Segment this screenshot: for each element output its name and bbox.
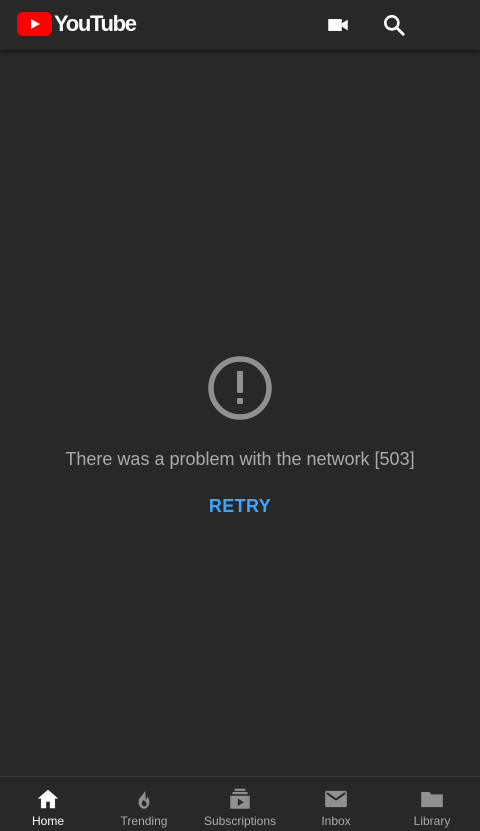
video-camera-icon	[328, 19, 348, 31]
alert-circle-icon	[208, 356, 272, 420]
flame-icon	[138, 788, 150, 809]
nav-item-subscriptions[interactable]: Subscriptions	[192, 777, 288, 831]
youtube-logo[interactable]: YouTube	[17, 11, 137, 36]
home-icon	[37, 789, 59, 809]
search-icon	[384, 15, 405, 36]
upload-video-button[interactable]	[325, 12, 351, 38]
youtube-play-icon	[17, 12, 52, 36]
logo-text: YouTube	[54, 11, 137, 36]
search-button[interactable]	[381, 12, 407, 38]
folder-icon	[421, 791, 443, 808]
nav-item-home[interactable]: Home	[0, 777, 96, 831]
nav-item-inbox[interactable]: Inbox	[288, 777, 384, 831]
error-message: There was a problem with the network [50…	[65, 449, 415, 469]
nav-label-trending: Trending	[120, 814, 168, 828]
nav-label-library: Library	[413, 814, 451, 828]
nav-label-subscriptions: Subscriptions	[203, 814, 277, 828]
top-app-bar: YouTube	[0, 0, 480, 50]
retry-button[interactable]: RETRY	[201, 494, 279, 519]
subscriptions-icon	[230, 788, 250, 809]
nav-item-trending[interactable]: Trending	[96, 777, 192, 831]
network-error-panel: There was a problem with the network [50…	[0, 355, 480, 519]
envelope-icon	[325, 790, 347, 808]
nav-label-home: Home	[31, 814, 64, 828]
youtube-app: YouTube There was a problem with the net…	[0, 0, 480, 831]
nav-label-inbox: Inbox	[321, 814, 351, 828]
nav-item-library[interactable]: Library	[384, 777, 480, 831]
bottom-navigation: Home Trending Subscriptions Inbox Librar…	[0, 776, 480, 831]
